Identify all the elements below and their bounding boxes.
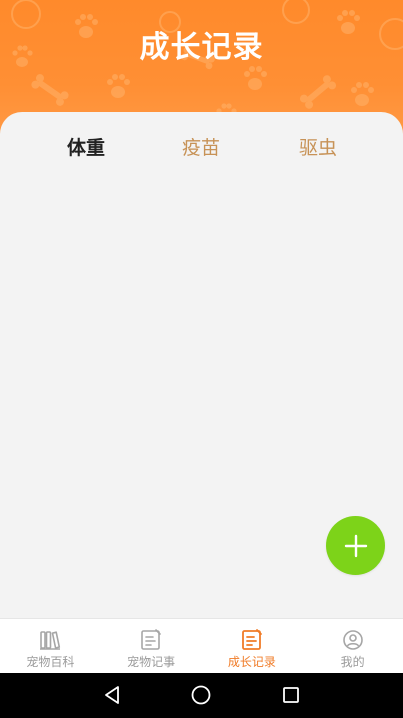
notepad-icon (141, 629, 161, 650)
home-icon[interactable] (190, 684, 212, 706)
user-icon (342, 630, 363, 650)
record-icon (241, 629, 262, 650)
tab-weight[interactable]: 体重 (67, 132, 105, 164)
nav-item-growth-record[interactable]: 成长记录 (202, 619, 303, 673)
bottom-navigation: 宠物百科 宠物记事 成长记录 我的 (0, 618, 403, 673)
tab-deworming[interactable]: 驱虫 (299, 132, 337, 164)
nav-label: 宠物记事 (127, 655, 176, 669)
nav-item-pet-notes[interactable]: 宠物记事 (101, 619, 202, 673)
tab-bar: 体重 疫苗 驱虫 (0, 132, 403, 164)
system-navigation-bar (0, 673, 403, 718)
content-card: 体重 疫苗 驱虫 (0, 112, 403, 618)
nav-label: 我的 (340, 655, 365, 669)
back-icon[interactable] (101, 684, 123, 706)
nav-item-mine[interactable]: 我的 (302, 619, 403, 673)
nav-label: 成长记录 (227, 655, 276, 669)
app-root: 成长记录 体重 疫苗 驱虫 宠物百科 宠物记事 成长记录 我的 (0, 0, 403, 718)
add-record-button[interactable] (326, 516, 385, 575)
recent-apps-icon[interactable] (280, 684, 302, 706)
plus-icon (344, 534, 367, 557)
nav-item-pet-encyclopedia[interactable]: 宠物百科 (0, 619, 101, 673)
books-icon (40, 631, 61, 650)
page-title: 成长记录 (139, 30, 264, 65)
tab-vaccine[interactable]: 疫苗 (182, 132, 220, 164)
nav-label: 宠物百科 (26, 655, 75, 669)
